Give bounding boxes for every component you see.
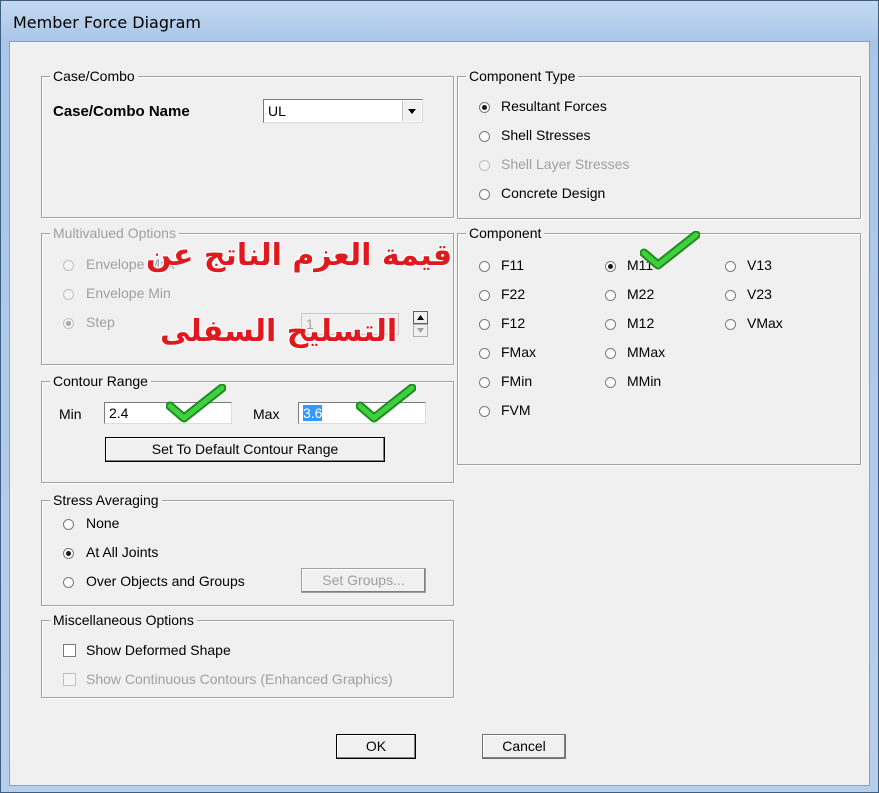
resultant-forces-radio[interactable]	[479, 102, 490, 113]
shell-layer-stresses-label: Shell Layer Stresses	[501, 156, 630, 172]
none-radio[interactable]	[63, 519, 74, 530]
fmin-radio[interactable]	[479, 377, 490, 388]
show-continuous-checkbox[interactable]	[63, 673, 76, 686]
mmin-label: MMin	[627, 373, 662, 389]
f11-radio[interactable]	[479, 261, 490, 272]
checkmark-icon	[640, 231, 700, 270]
ok-button[interactable]: OK	[336, 734, 416, 759]
v23-radio[interactable]	[725, 290, 736, 301]
dialog-client-area: Case/Combo Case/Combo Name UL Multivalue…	[9, 41, 870, 786]
miscellaneous-options-group: Miscellaneous Options Show Deformed Shap…	[41, 612, 454, 698]
component-type-group: Component Type Resultant Forces Shell St…	[457, 68, 861, 219]
stress-averaging-group-title: Stress Averaging	[50, 492, 162, 508]
show-continuous-label: Show Continuous Contours (Enhanced Graph…	[86, 671, 393, 687]
m12-label: M12	[627, 315, 655, 331]
none-label: None	[86, 515, 120, 531]
contour-range-group-title: Contour Range	[50, 373, 151, 389]
max-label: Max	[253, 406, 280, 422]
component-type-group-title: Component Type	[466, 68, 579, 84]
m12-radio[interactable]	[605, 319, 616, 330]
case-combo-name-label: Case/Combo Name	[53, 103, 190, 120]
v13-label: V13	[747, 257, 772, 273]
miscellaneous-options-group-title: Miscellaneous Options	[50, 612, 197, 628]
step-radio[interactable]	[63, 318, 74, 329]
fmin-label: FMin	[501, 373, 533, 389]
case-combo-group: Case/Combo Case/Combo Name UL	[41, 68, 454, 218]
concrete-design-radio[interactable]	[479, 189, 490, 200]
dropdown-arrow-button[interactable]	[402, 101, 421, 121]
spinner-up-icon[interactable]	[413, 311, 428, 324]
over-objects-groups-radio[interactable]	[63, 577, 74, 588]
envelope-max-radio[interactable]	[63, 260, 74, 271]
title-bar[interactable]: Member Force Diagram	[1, 1, 878, 41]
max-value-text: 3.6	[303, 405, 323, 421]
m22-radio[interactable]	[605, 290, 616, 301]
checkmark-icon	[356, 384, 416, 423]
vmax-label: VMax	[747, 315, 783, 331]
mmax-label: MMax	[627, 344, 666, 360]
case-combo-group-title: Case/Combo	[50, 68, 138, 84]
step-label: Step	[86, 314, 115, 330]
stress-averaging-group: Stress Averaging None At All Joints Over…	[41, 492, 454, 606]
at-all-joints-radio[interactable]	[63, 548, 74, 559]
annotation-text-line1: قيمة العزم الناتج عن	[146, 238, 453, 273]
spinner-down-icon[interactable]	[413, 324, 428, 337]
f11-label: F11	[501, 257, 525, 273]
show-deformed-checkbox[interactable]	[63, 644, 76, 657]
mmin-radio[interactable]	[605, 377, 616, 388]
m11-radio[interactable]	[605, 261, 616, 272]
fmax-radio[interactable]	[479, 348, 490, 359]
shell-stresses-label: Shell Stresses	[501, 127, 591, 143]
min-label: Min	[59, 406, 82, 422]
case-combo-select[interactable]: UL	[263, 99, 423, 123]
case-combo-selected-value: UL	[268, 103, 286, 119]
envelope-min-label: Envelope Min	[86, 285, 171, 301]
over-objects-groups-label: Over Objects and Groups	[86, 573, 245, 589]
fvm-radio[interactable]	[479, 406, 490, 417]
envelope-min-radio[interactable]	[63, 289, 74, 300]
show-deformed-label: Show Deformed Shape	[86, 642, 231, 658]
window-title: Member Force Diagram	[13, 13, 201, 32]
f22-radio[interactable]	[479, 290, 490, 301]
f12-radio[interactable]	[479, 319, 490, 330]
at-all-joints-label: At All Joints	[86, 544, 159, 560]
set-default-contour-range-button[interactable]: Set To Default Contour Range	[105, 437, 385, 462]
concrete-design-label: Concrete Design	[501, 185, 606, 201]
v13-radio[interactable]	[725, 261, 736, 272]
fmax-label: FMax	[501, 344, 536, 360]
checkmark-icon	[166, 384, 226, 423]
shell-layer-stresses-radio[interactable]	[479, 160, 490, 171]
component-group-title: Component	[466, 225, 545, 241]
dialog-window: Member Force Diagram Case/Combo Case/Com…	[0, 0, 879, 793]
vmax-radio[interactable]	[725, 319, 736, 330]
v23-label: V23	[747, 286, 772, 302]
cancel-button[interactable]: Cancel	[482, 734, 566, 759]
m22-label: M22	[627, 286, 655, 302]
f12-label: F12	[501, 315, 526, 331]
mmax-radio[interactable]	[605, 348, 616, 359]
annotation-text-line2: التسليح السفلى	[160, 314, 398, 349]
set-groups-button[interactable]: Set Groups...	[301, 568, 426, 593]
f22-label: F22	[501, 286, 526, 302]
fvm-label: FVM	[501, 402, 531, 418]
chevron-down-icon	[408, 109, 416, 114]
shell-stresses-radio[interactable]	[479, 131, 490, 142]
step-spinner[interactable]	[413, 311, 428, 337]
resultant-forces-label: Resultant Forces	[501, 98, 607, 114]
